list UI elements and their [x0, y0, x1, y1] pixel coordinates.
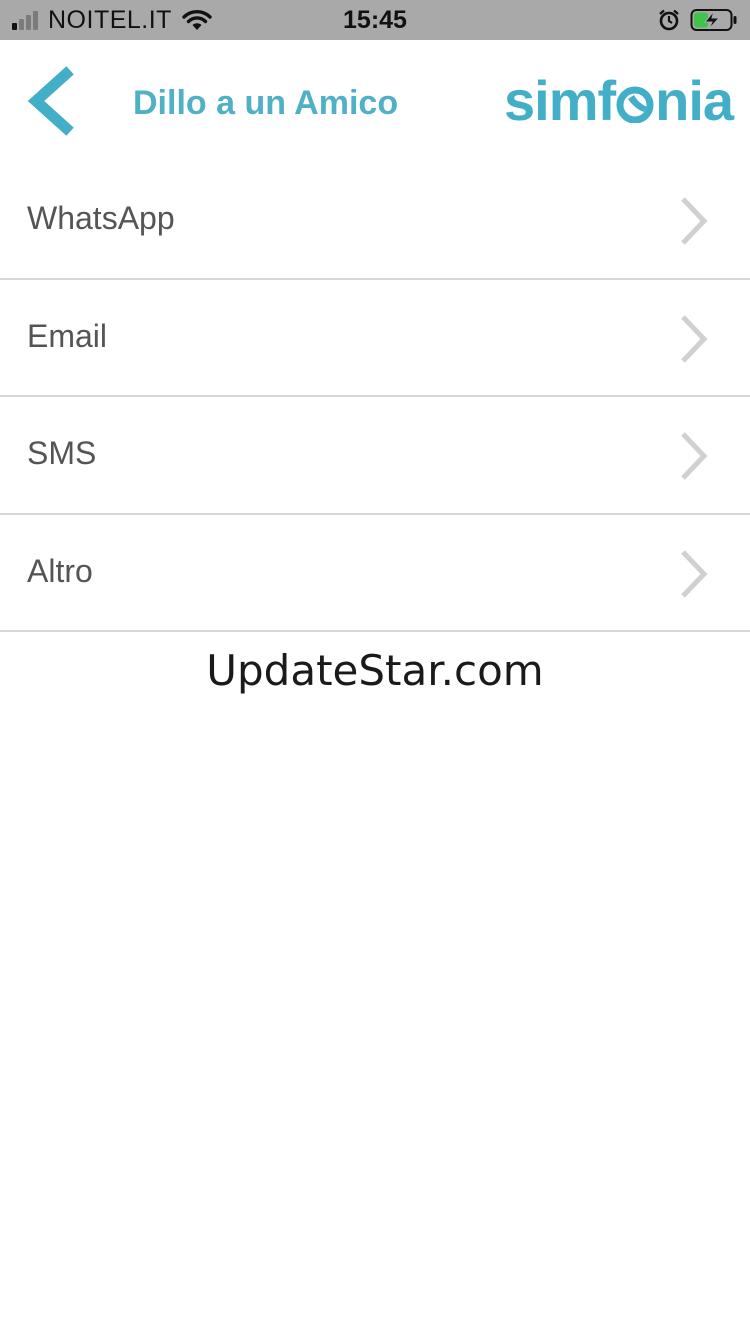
share-option-label: Altro — [27, 552, 93, 589]
logo-text-left: simf — [504, 69, 616, 132]
share-option-sms[interactable]: SMS — [0, 397, 750, 515]
share-option-label: WhatsApp — [27, 200, 175, 236]
logo-o-icon — [616, 86, 654, 123]
share-option-email[interactable]: Email — [0, 279, 750, 397]
share-option-altro[interactable]: Altro — [0, 514, 750, 632]
chevron-left-icon[interactable] — [22, 66, 78, 136]
alarm-icon — [659, 9, 679, 31]
logo-text-right: nia — [655, 69, 734, 132]
chevron-right-icon — [681, 314, 708, 363]
chevron-right-icon — [681, 197, 708, 245]
share-options-list: WhatsApp Email SMS Altro — [0, 162, 750, 632]
battery-icon — [690, 9, 737, 31]
status-right — [658, 5, 738, 35]
share-option-label: Email — [27, 317, 108, 354]
share-option-label: SMS — [27, 435, 97, 471]
watermark-text: UpdateStar.com — [206, 646, 544, 695]
simfonia-logo: simf nia — [504, 68, 734, 133]
nav-bar: Dillo a un Amico simf nia — [0, 40, 750, 162]
status-bar: NOITEL.IT 15:45 — [0, 0, 750, 40]
page-title: Dillo a un Amico — [133, 84, 399, 122]
chevron-right-icon — [681, 549, 708, 598]
chevron-right-icon — [681, 432, 708, 480]
share-option-whatsapp[interactable]: WhatsApp — [0, 162, 750, 280]
status-time: 15:45 — [343, 6, 407, 34]
